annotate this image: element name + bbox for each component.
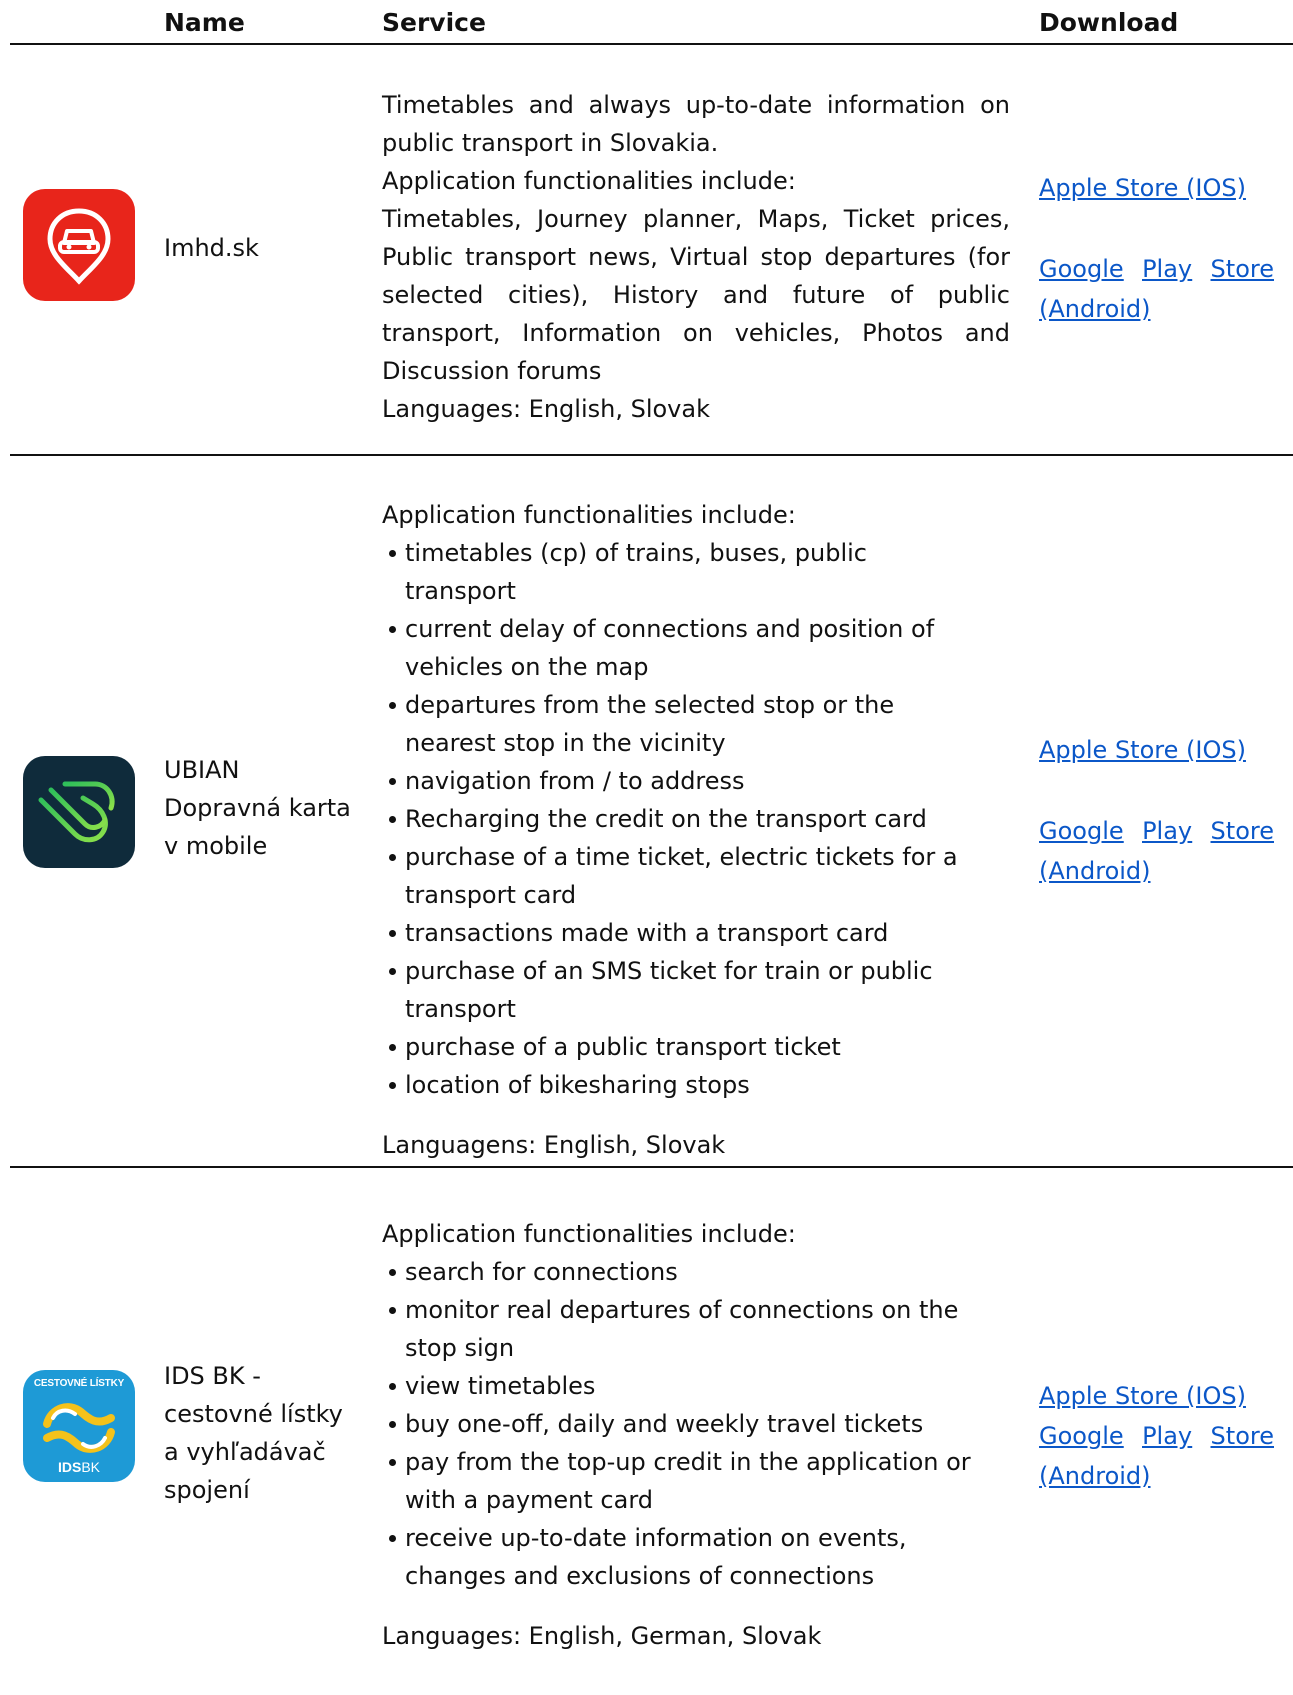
- list-item: purchase of a time ticket, electric tick…: [389, 838, 982, 914]
- google-play-link[interactable]: Google Play Store (Android): [1039, 1416, 1274, 1496]
- name-line: cestovné lístky: [164, 1400, 343, 1428]
- row-divider: [10, 454, 1293, 456]
- app-name-ubian: UBIAN Dopravná karta v mobile: [164, 751, 364, 865]
- list-item: view timetables: [389, 1367, 982, 1405]
- name-line: Imhd.sk: [164, 234, 259, 262]
- google-play-link[interactable]: Google Play Store (Android): [1039, 249, 1274, 329]
- list-item: purchase of an SMS ticket for train or p…: [389, 952, 982, 1028]
- list-item: purchase of a public transport ticket: [389, 1028, 982, 1066]
- service-languages: Languagens: English, Slovak: [382, 1131, 726, 1159]
- list-item: buy one-off, daily and weekly travel tic…: [389, 1405, 982, 1443]
- app-name-ids-bk: IDS BK - cestovné lístky a vyhľadávač sp…: [164, 1357, 364, 1509]
- name-line: IDS BK -: [164, 1362, 261, 1390]
- apple-store-link[interactable]: Apple Store (IOS): [1039, 168, 1274, 208]
- header-service: Service: [382, 8, 486, 37]
- icon-text-bottom: IDSBK: [57, 1459, 101, 1475]
- service-functionalities: Application functionalities include:: [382, 167, 796, 195]
- download-ubian: Apple Store (IOS) Google Play Store (Andro…: [1039, 730, 1274, 891]
- list-item: Recharging the credit on the transport c…: [389, 800, 982, 838]
- service-intro: Timetables and always up-to-date informa…: [382, 91, 1010, 157]
- list-item: pay from the top-up credit in the applic…: [389, 1443, 982, 1519]
- service-functionalities: Application functionalities include:: [382, 501, 796, 529]
- ids-bk-app-icon: CESTOVNÉ LÍSTKY IDSBK: [23, 1370, 135, 1482]
- name-line: spojení: [164, 1476, 250, 1504]
- apple-store-link[interactable]: Apple Store (IOS): [1039, 730, 1274, 770]
- list-item: monitor real departures of connections o…: [389, 1291, 982, 1367]
- list-item: navigation from / to address: [389, 762, 982, 800]
- imhd-app-icon: [23, 189, 135, 301]
- header-name: Name: [164, 8, 245, 37]
- row-divider: [10, 1166, 1293, 1168]
- list-item: location of bikesharing stops: [389, 1066, 982, 1104]
- list-item: departures from the selected stop or the…: [389, 686, 982, 762]
- name-line: Dopravná karta: [164, 794, 351, 822]
- service-ids-bk: Application functionalities include: sea…: [382, 1215, 982, 1655]
- service-features: Timetables, Journey planner, Maps, Ticke…: [382, 205, 1010, 385]
- header-rule: [10, 43, 1293, 45]
- ubian-app-icon: [23, 756, 135, 868]
- list-item: transactions made with a transport card: [389, 914, 982, 952]
- name-line: a vyhľadávač: [164, 1438, 326, 1466]
- app-name-imhd: Imhd.sk: [164, 229, 354, 267]
- name-line: v mobile: [164, 832, 268, 860]
- download-ids-bk: Apple Store (IOS) Google Play Store (Andro…: [1039, 1376, 1274, 1496]
- list-item: receive up-to-date information on events…: [389, 1519, 982, 1595]
- header-download: Download: [1039, 8, 1179, 37]
- service-functionalities: Application functionalities include:: [382, 1220, 796, 1248]
- name-line: UBIAN: [164, 756, 240, 784]
- service-languages: Languages: English, German, Slovak: [382, 1622, 822, 1650]
- google-play-link[interactable]: Google Play Store (Android): [1039, 811, 1274, 891]
- service-languages: Languages: English, Slovak: [382, 395, 710, 423]
- feature-list: search for connections monitor real depa…: [382, 1253, 982, 1595]
- service-imhd: Timetables and always up-to-date informa…: [382, 86, 1010, 428]
- list-item: current delay of connections and positio…: [389, 610, 982, 686]
- list-item: search for connections: [389, 1253, 982, 1291]
- download-imhd: Apple Store (IOS) Google Play Store (Andro…: [1039, 168, 1274, 329]
- list-item: timetables (cp) of trains, buses, public…: [389, 534, 982, 610]
- feature-list: timetables (cp) of trains, buses, public…: [382, 534, 982, 1104]
- apple-store-link[interactable]: Apple Store (IOS): [1039, 1376, 1274, 1416]
- service-ubian: Application functionalities include: tim…: [382, 496, 982, 1164]
